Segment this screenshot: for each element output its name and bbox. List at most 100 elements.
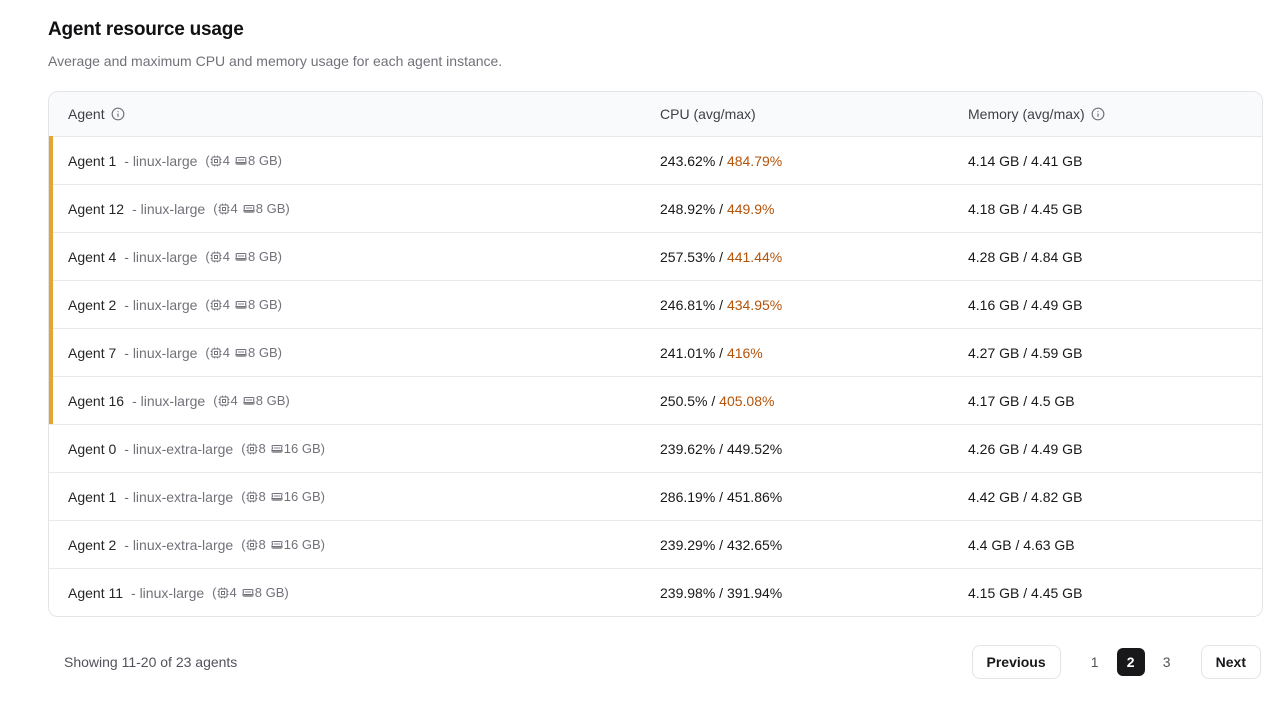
- table-row: Agent 2 - linux-large (48 GB) 246.81% / …: [49, 280, 1262, 328]
- cpu-chip-icon: [210, 155, 222, 167]
- page-button-1[interactable]: 1: [1081, 648, 1109, 676]
- next-page-button[interactable]: Next: [1201, 645, 1261, 679]
- cpu-chip-icon: [210, 299, 222, 311]
- memory-avg: 4.16 GB: [968, 297, 1019, 313]
- showing-count-text: Showing 11-20 of 23 agents: [64, 654, 237, 670]
- memory-stick-icon: [243, 203, 255, 215]
- cpu-usage-cell: 257.53% / 441.44%: [641, 249, 949, 265]
- memory-avg: 4.15 GB: [968, 585, 1019, 601]
- cpu-avg: 286.19%: [660, 489, 715, 505]
- agents-table: Agent CPU (avg/max) Memory (avg/max) Age…: [48, 91, 1263, 617]
- column-header-memory-label: Memory (avg/max): [968, 106, 1085, 122]
- agent-name: Agent 1: [68, 489, 116, 505]
- memory-usage-cell: 4.15 GB / 4.45 GB: [949, 585, 1262, 601]
- memory-max: 4.84 GB: [1031, 249, 1082, 265]
- cpu-max: 416%: [727, 345, 763, 361]
- memory-avg: 4.26 GB: [968, 441, 1019, 457]
- agent-spec: (48 GB): [205, 153, 282, 168]
- agent-spec: (48 GB): [205, 249, 282, 264]
- table-header-row: Agent CPU (avg/max) Memory (avg/max): [49, 92, 1262, 136]
- cpu-avg: 257.53%: [660, 249, 715, 265]
- agent-memory-size: 8 GB: [248, 249, 278, 264]
- agent-machine-type: - linux-extra-large: [124, 537, 233, 553]
- previous-page-button[interactable]: Previous: [972, 645, 1061, 679]
- agent-cell: Agent 11 - linux-large (48 GB): [49, 585, 641, 601]
- agent-memory-size: 8 GB: [255, 585, 285, 600]
- cpu-usage-cell: 246.81% / 434.95%: [641, 297, 949, 313]
- cpu-usage-cell: 241.01% / 416%: [641, 345, 949, 361]
- agent-cell: Agent 7 - linux-large (48 GB): [49, 345, 641, 361]
- info-icon[interactable]: [111, 107, 125, 121]
- agent-cell: Agent 2 - linux-extra-large (816 GB): [49, 537, 641, 553]
- column-header-agent-label: Agent: [68, 106, 105, 122]
- cpu-chip-icon: [246, 539, 258, 551]
- agent-cell: Agent 0 - linux-extra-large (816 GB): [49, 441, 641, 457]
- memory-stick-icon: [271, 443, 283, 455]
- agent-spec: (48 GB): [205, 345, 282, 360]
- column-header-memory: Memory (avg/max): [949, 106, 1262, 122]
- cpu-max: 449.52%: [727, 441, 782, 457]
- agent-cores: 8: [259, 489, 266, 504]
- agent-name: Agent 2: [68, 537, 116, 553]
- agent-cores: 4: [223, 345, 230, 360]
- agent-machine-type: - linux-large: [124, 297, 197, 313]
- agent-machine-type: - linux-large: [132, 201, 205, 217]
- memory-max: 4.41 GB: [1031, 153, 1082, 169]
- memory-usage-cell: 4.18 GB / 4.45 GB: [949, 201, 1262, 217]
- cpu-usage-cell: 239.62% / 449.52%: [641, 441, 949, 457]
- memory-avg: 4.27 GB: [968, 345, 1019, 361]
- cpu-chip-icon: [210, 347, 222, 359]
- agent-machine-type: - linux-large: [132, 393, 205, 409]
- agent-cell: Agent 2 - linux-large (48 GB): [49, 297, 641, 313]
- cpu-max: 449.9%: [727, 201, 774, 217]
- table-row: Agent 12 - linux-large (48 GB) 248.92% /…: [49, 184, 1262, 232]
- cpu-chip-icon: [218, 395, 230, 407]
- cpu-chip-icon: [246, 443, 258, 455]
- cpu-usage-cell: 239.98% / 391.94%: [641, 585, 949, 601]
- memory-avg: 4.18 GB: [968, 201, 1019, 217]
- agent-cores: 4: [231, 201, 238, 216]
- table-row: Agent 4 - linux-large (48 GB) 257.53% / …: [49, 232, 1262, 280]
- memory-usage-cell: 4.4 GB / 4.63 GB: [949, 537, 1262, 553]
- memory-max: 4.59 GB: [1031, 345, 1082, 361]
- info-icon[interactable]: [1091, 107, 1105, 121]
- cpu-max: 391.94%: [727, 585, 782, 601]
- memory-stick-icon: [243, 395, 255, 407]
- memory-avg: 4.4 GB: [968, 537, 1012, 553]
- agent-cell: Agent 12 - linux-large (48 GB): [49, 201, 641, 217]
- agent-memory-size: 8 GB: [256, 201, 286, 216]
- cpu-usage-cell: 250.5% / 405.08%: [641, 393, 949, 409]
- agent-cores: 8: [259, 537, 266, 552]
- memory-stick-icon: [271, 539, 283, 551]
- memory-usage-cell: 4.17 GB / 4.5 GB: [949, 393, 1262, 409]
- memory-stick-icon: [242, 587, 254, 599]
- page-button-3[interactable]: 3: [1153, 648, 1181, 676]
- cpu-avg: 239.62%: [660, 441, 715, 457]
- agent-cell: Agent 1 - linux-large (48 GB): [49, 153, 641, 169]
- agent-name: Agent 7: [68, 345, 116, 361]
- cpu-usage-cell: 286.19% / 451.86%: [641, 489, 949, 505]
- cpu-max: 434.95%: [727, 297, 782, 313]
- agent-name: Agent 1: [68, 153, 116, 169]
- agent-memory-size: 8 GB: [248, 153, 278, 168]
- memory-max: 4.45 GB: [1031, 201, 1082, 217]
- pagination: Previous 1 2 3 Next: [972, 645, 1262, 679]
- cpu-avg: 241.01%: [660, 345, 715, 361]
- memory-max: 4.5 GB: [1031, 393, 1075, 409]
- page-button-2-active[interactable]: 2: [1117, 648, 1145, 676]
- memory-usage-cell: 4.14 GB / 4.41 GB: [949, 153, 1262, 169]
- agent-cores: 4: [223, 153, 230, 168]
- agent-name: Agent 12: [68, 201, 124, 217]
- memory-stick-icon: [235, 155, 247, 167]
- agent-name: Agent 2: [68, 297, 116, 313]
- agent-memory-size: 8 GB: [248, 345, 278, 360]
- cpu-avg: 250.5%: [660, 393, 707, 409]
- memory-usage-cell: 4.42 GB / 4.82 GB: [949, 489, 1262, 505]
- memory-usage-cell: 4.16 GB / 4.49 GB: [949, 297, 1262, 313]
- memory-usage-cell: 4.26 GB / 4.49 GB: [949, 441, 1262, 457]
- agent-spec: (816 GB): [241, 489, 325, 504]
- table-footer: Showing 11-20 of 23 agents Previous 1 2 …: [48, 645, 1263, 679]
- memory-max: 4.49 GB: [1031, 441, 1082, 457]
- table-row: Agent 2 - linux-extra-large (816 GB) 239…: [49, 520, 1262, 568]
- agent-machine-type: - linux-large: [124, 345, 197, 361]
